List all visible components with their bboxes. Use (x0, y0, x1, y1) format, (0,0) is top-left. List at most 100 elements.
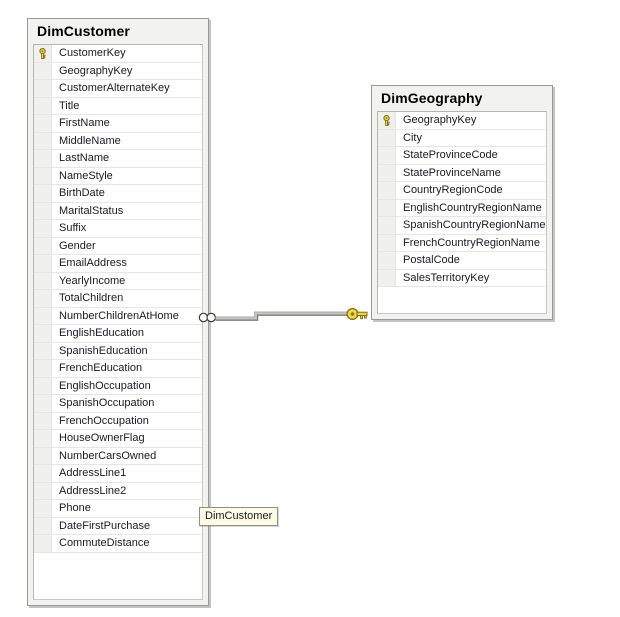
row-gutter (34, 255, 52, 272)
column-name: CustomerKey (59, 47, 126, 60)
column-name: GeographyKey (59, 64, 133, 77)
grid-empty-area[interactable] (34, 552, 202, 599)
column-row[interactable]: SpanishCountryRegionName (378, 217, 546, 235)
row-gutter (378, 252, 396, 269)
column-grid-dimcustomer[interactable]: CustomerKey GeographyKey CustomerAlternate… (33, 44, 203, 600)
column-name: YearlyIncome (59, 274, 126, 287)
column-grid-dimgeography[interactable]: GeographyKey City StateProvinceCode StatePr… (377, 111, 547, 314)
column-row[interactable]: YearlyIncome (34, 272, 202, 290)
row-gutter (34, 535, 52, 552)
column-row[interactable]: CustomerKey (34, 45, 202, 63)
row-gutter (34, 395, 52, 412)
column-row[interactable]: HouseOwnerFlag (34, 430, 202, 448)
column-name: SpanishOccupation (59, 397, 155, 410)
row-gutter (34, 290, 52, 307)
column-name: SpanishEducation (59, 344, 148, 357)
column-row[interactable]: NameStyle (34, 167, 202, 185)
column-row[interactable]: Phone (34, 500, 202, 518)
column-name: MiddleName (59, 134, 121, 147)
column-name: EmailAddress (59, 257, 127, 270)
row-gutter (378, 199, 396, 216)
row-gutter-primary-key (34, 45, 52, 62)
column-name: CustomerAlternateKey (59, 82, 170, 95)
column-row[interactable]: EnglishEducation (34, 325, 202, 343)
column-row[interactable]: CustomerAlternateKey (34, 80, 202, 98)
diagram-canvas[interactable]: DimCustomer CustomerKey GeographyKey Custo… (0, 0, 620, 617)
column-row[interactable]: EmailAddress (34, 255, 202, 273)
key-icon (39, 47, 46, 59)
column-name: AddressLine2 (59, 484, 127, 497)
column-name: NumberChildrenAtHome (59, 309, 179, 322)
table-dimcustomer[interactable]: DimCustomer CustomerKey GeographyKey Custo… (27, 18, 209, 606)
row-gutter (34, 150, 52, 167)
column-name: StateProvinceName (403, 166, 501, 179)
column-row[interactable]: GeographyKey (378, 112, 546, 130)
column-row[interactable]: TotalChildren (34, 290, 202, 308)
row-gutter (34, 447, 52, 464)
column-name: BirthDate (59, 187, 105, 200)
column-name: NameStyle (59, 169, 113, 182)
row-gutter (34, 202, 52, 219)
column-row[interactable]: SpanishEducation (34, 342, 202, 360)
column-row[interactable]: FirstName (34, 115, 202, 133)
table-title-dimcustomer: DimCustomer (37, 23, 130, 39)
column-row[interactable]: EnglishOccupation (34, 377, 202, 395)
column-row[interactable]: PostalCode (378, 252, 546, 270)
row-gutter (34, 80, 52, 97)
column-name: MaritalStatus (59, 204, 124, 217)
column-row[interactable]: FrenchEducation (34, 360, 202, 378)
row-gutter (34, 115, 52, 132)
column-row[interactable]: Title (34, 97, 202, 115)
column-name: TotalChildren (59, 292, 124, 305)
column-row[interactable]: MiddleName (34, 132, 202, 150)
column-row[interactable]: NumberChildrenAtHome (34, 307, 202, 325)
key-icon-relationship (346, 308, 368, 321)
relationship-label[interactable]: DimCustomer (199, 507, 279, 526)
column-row[interactable]: StateProvinceCode (378, 147, 546, 165)
column-name: GeographyKey (403, 114, 477, 127)
row-gutter (34, 167, 52, 184)
row-gutter (378, 164, 396, 181)
row-gutter (34, 325, 52, 342)
row-gutter (34, 185, 52, 202)
column-row[interactable]: DateFirstPurchase (34, 517, 202, 535)
column-row[interactable]: LastName (34, 150, 202, 168)
row-gutter (34, 412, 52, 429)
column-row[interactable]: CommuteDistance (34, 535, 202, 553)
column-row[interactable]: BirthDate (34, 185, 202, 203)
column-row[interactable]: FrenchCountryRegionName (378, 234, 546, 252)
column-name: LastName (59, 152, 110, 165)
column-row[interactable]: City (378, 129, 546, 147)
table-title-dimgeography: DimGeography (381, 90, 483, 106)
column-row[interactable]: NumberCarsOwned (34, 447, 202, 465)
column-row[interactable]: Gender (34, 237, 202, 255)
column-name: EnglishOccupation (59, 379, 151, 392)
column-name: EnglishEducation (59, 327, 145, 340)
column-row[interactable]: EnglishCountryRegionName (378, 199, 546, 217)
column-row[interactable]: AddressLine2 (34, 482, 202, 500)
relationship-connector[interactable] (196, 296, 386, 340)
row-gutter (34, 360, 52, 377)
column-row[interactable]: SpanishOccupation (34, 395, 202, 413)
column-row[interactable]: GeographyKey (34, 62, 202, 80)
column-name: Gender (59, 239, 96, 252)
row-gutter (34, 132, 52, 149)
column-row[interactable]: SalesTerritoryKey (378, 269, 546, 287)
column-row[interactable]: FrenchOccupation (34, 412, 202, 430)
row-gutter (378, 217, 396, 234)
column-row[interactable]: Suffix (34, 220, 202, 238)
table-dimgeography[interactable]: DimGeography GeographyKey City StateProvin… (371, 85, 553, 320)
column-name: CommuteDistance (59, 537, 150, 550)
column-row[interactable]: StateProvinceName (378, 164, 546, 182)
column-name: Suffix (59, 222, 87, 235)
row-gutter (34, 272, 52, 289)
grid-empty-area[interactable] (378, 287, 546, 313)
row-gutter (34, 430, 52, 447)
row-gutter (34, 517, 52, 534)
row-gutter (34, 465, 52, 482)
column-row[interactable]: AddressLine1 (34, 465, 202, 483)
column-name: PostalCode (403, 254, 460, 267)
column-row[interactable]: MaritalStatus (34, 202, 202, 220)
column-row[interactable]: CountryRegionCode (378, 182, 546, 200)
column-name: SpanishCountryRegionName (403, 219, 546, 232)
